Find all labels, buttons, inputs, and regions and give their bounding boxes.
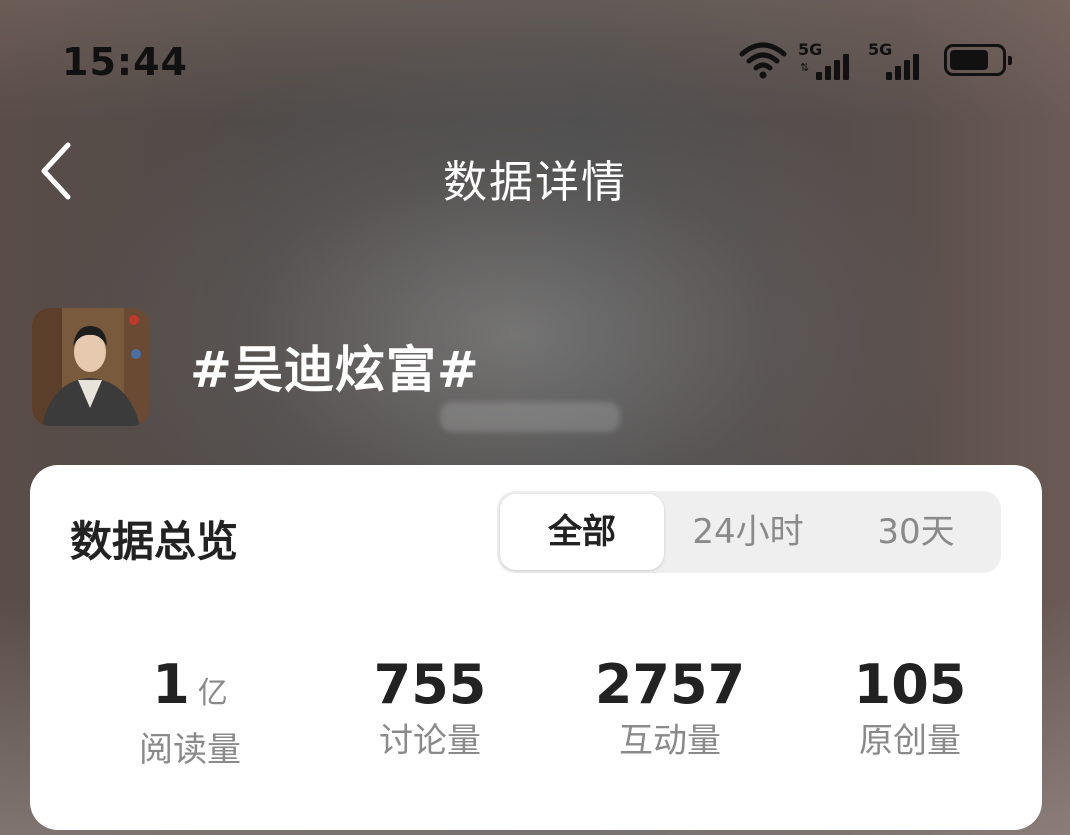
stat-label: 原创量	[859, 721, 961, 761]
topic-title: #吴迪炫富#	[190, 341, 480, 399]
stat-unit: 亿	[197, 676, 228, 711]
stat-number: 2757	[594, 653, 746, 716]
signal-bars-icon	[886, 50, 926, 80]
stat-label: 讨论量	[379, 721, 481, 761]
stat-discussions: 755 讨论量	[330, 655, 530, 765]
stat-originals: 105 原创量	[810, 655, 1010, 765]
card-title: 数据总览	[70, 517, 239, 566]
stat-value: 105	[810, 655, 1010, 715]
data-arrows-icon: ⇅	[800, 61, 810, 74]
time-range-segmented-control: 全部 24小时 30天	[497, 491, 1001, 573]
battery-icon	[944, 44, 1012, 76]
cellular-signal-1: 5G ⇅	[798, 40, 858, 80]
stat-label: 阅读量	[139, 730, 241, 770]
stat-value: 1亿	[90, 655, 290, 724]
wifi-icon	[739, 42, 787, 79]
stat-value: 2757	[570, 655, 770, 715]
status-time: 15:44	[62, 40, 188, 84]
tab-all[interactable]: 全部	[500, 494, 664, 570]
stat-number: 105	[853, 653, 967, 716]
blurred-subtitle	[440, 402, 620, 432]
cellular-signal-2: 5G	[868, 40, 928, 80]
tab-24-hours[interactable]: 24小时	[664, 491, 832, 573]
data-overview-card: 数据总览 全部 24小时 30天 1亿 阅读量 755 讨论量 2757 互动量…	[30, 465, 1042, 830]
stat-number: 755	[373, 653, 487, 716]
page-title: 数据详情	[443, 157, 627, 208]
stat-reads: 1亿 阅读量	[90, 655, 290, 774]
status-icons: 5G ⇅ 5G	[738, 40, 1012, 80]
topic-thumbnail	[32, 308, 150, 426]
stat-label: 互动量	[619, 721, 721, 761]
stat-value: 755	[330, 655, 530, 715]
stat-interactions: 2757 互动量	[570, 655, 770, 765]
signal-bars-icon	[816, 50, 856, 80]
tab-30-days[interactable]: 30天	[832, 491, 1000, 573]
stat-number: 1	[152, 653, 190, 716]
